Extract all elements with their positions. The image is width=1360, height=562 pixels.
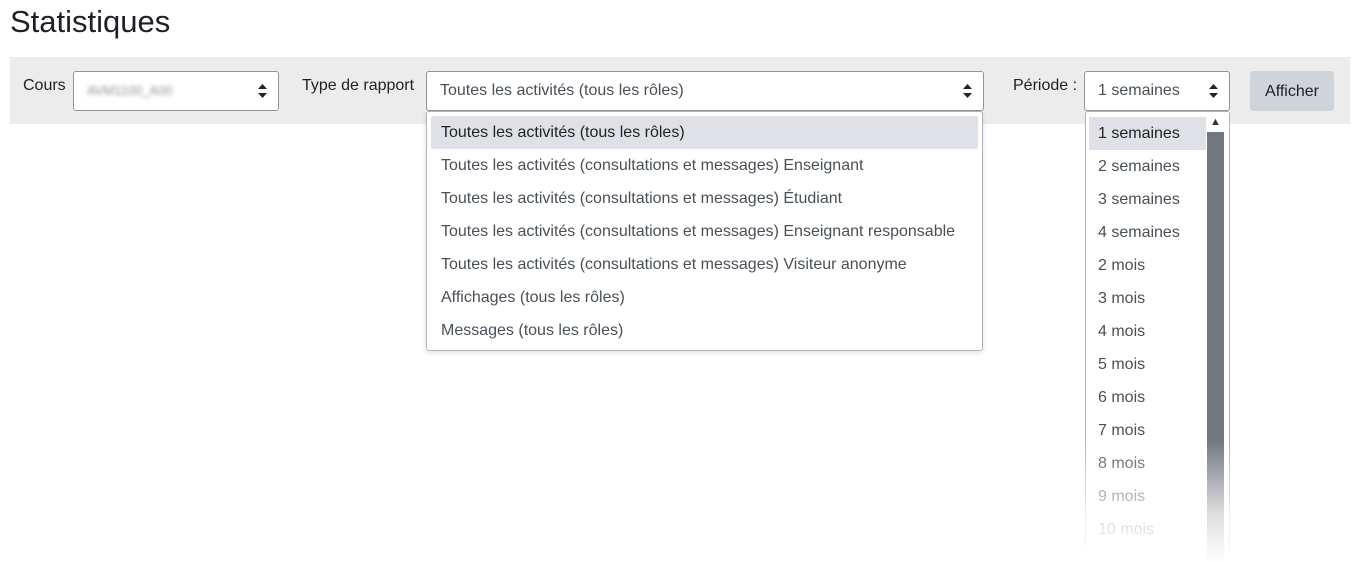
period-option[interactable]: 4 mois bbox=[1089, 315, 1206, 348]
period-option[interactable]: 3 semaines bbox=[1089, 183, 1206, 216]
period-option[interactable]: 5 mois bbox=[1089, 348, 1206, 381]
period-label: Période : bbox=[1013, 77, 1078, 94]
course-select[interactable]: AVM1100_A00 bbox=[73, 71, 279, 111]
report-type-option[interactable]: Toutes les activités (tous les rôles) bbox=[431, 116, 978, 149]
scroll-up-icon[interactable]: ▲ bbox=[1207, 115, 1224, 130]
period-option[interactable]: 4 semaines bbox=[1089, 216, 1206, 249]
report-type-option[interactable]: Affichages (tous les rôles) bbox=[431, 281, 978, 314]
period-option[interactable]: 2 mois bbox=[1089, 249, 1206, 282]
period-option[interactable]: 10 mois bbox=[1089, 513, 1206, 546]
report-type-option[interactable]: Messages (tous les rôles) bbox=[431, 314, 978, 347]
period-option[interactable]: 3 mois bbox=[1089, 282, 1206, 315]
period-option[interactable]: 7 mois bbox=[1089, 414, 1206, 447]
report-type-select[interactable]: Toutes les activités (tous les rôles) bbox=[426, 71, 984, 111]
period-select-value: 1 semaines bbox=[1098, 82, 1180, 99]
course-select-value: AVM1100_A00 bbox=[87, 83, 173, 98]
period-option[interactable]: 1 semaines bbox=[1089, 117, 1206, 150]
report-type-dropdown: Toutes les activités (tous les rôles) To… bbox=[426, 111, 983, 351]
sort-arrows-icon bbox=[1209, 84, 1218, 98]
page-title: Statistiques bbox=[10, 4, 171, 39]
period-option[interactable]: 6 mois bbox=[1089, 381, 1206, 414]
period-dropdown: 1 semaines 2 semaines 3 semaines 4 semai… bbox=[1085, 111, 1230, 562]
show-button[interactable]: Afficher bbox=[1250, 71, 1334, 111]
report-type-option[interactable]: Toutes les activités (consultations et m… bbox=[431, 248, 978, 281]
sort-arrows-icon bbox=[963, 84, 972, 98]
report-type-option[interactable]: Toutes les activités (consultations et m… bbox=[431, 215, 978, 248]
report-type-label: Type de rapport bbox=[302, 77, 415, 94]
period-option[interactable]: 9 mois bbox=[1089, 480, 1206, 513]
report-type-select-value: Toutes les activités (tous les rôles) bbox=[440, 82, 684, 99]
period-option[interactable]: 8 mois bbox=[1089, 447, 1206, 480]
period-select[interactable]: 1 semaines bbox=[1084, 71, 1230, 111]
report-type-option[interactable]: Toutes les activités (consultations et m… bbox=[431, 149, 978, 182]
period-scrollbar[interactable]: ▲ bbox=[1207, 112, 1229, 562]
scroll-thumb[interactable] bbox=[1207, 132, 1224, 562]
sort-arrows-icon bbox=[258, 84, 267, 98]
report-type-option[interactable]: Toutes les activités (consultations et m… bbox=[431, 182, 978, 215]
course-label: Cours bbox=[23, 77, 66, 94]
period-option[interactable]: 2 semaines bbox=[1089, 150, 1206, 183]
